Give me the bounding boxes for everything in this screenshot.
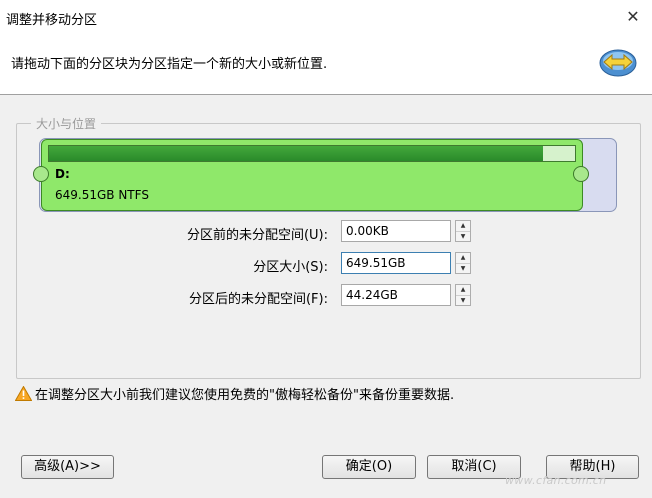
resize-handle-left[interactable] <box>33 166 49 182</box>
unallocated-after-input[interactable] <box>341 284 451 306</box>
unallocated-before-input[interactable] <box>341 220 451 242</box>
watermark: www.cfan.com.cn <box>505 474 607 487</box>
spin-up-icon[interactable]: ▲ <box>456 221 470 231</box>
partition-name: D: <box>55 167 70 181</box>
advanced-button[interactable]: 高级(A)>> <box>21 455 114 479</box>
group-label: 大小与位置 <box>31 115 102 132</box>
spin-down-icon[interactable]: ▼ <box>456 295 470 306</box>
close-icon: ✕ <box>626 7 640 26</box>
partition-size-input[interactable] <box>341 252 451 274</box>
ok-button[interactable]: 确定(O) <box>322 455 416 479</box>
backup-warning: 在调整分区大小前我们建议您使用免费的"傲梅轻松备份"来备份重要数据. <box>15 384 454 403</box>
unallocated-after-spinner[interactable]: ▲ ▼ <box>455 284 471 306</box>
title-bar: 调整并移动分区 ✕ <box>0 0 652 33</box>
spin-down-icon[interactable]: ▼ <box>456 263 470 274</box>
unallocated-after-label: 分区后的未分配空间(F): <box>188 292 328 307</box>
warning-text: 在调整分区大小前我们建议您使用免费的"傲梅轻松备份"来备份重要数据. <box>35 388 455 403</box>
window-title: 调整并移动分区 <box>6 13 98 28</box>
warning-icon <box>15 386 32 401</box>
spin-down-icon[interactable]: ▼ <box>456 231 470 242</box>
partition-block[interactable]: D: 649.51GB NTFS <box>41 139 583 211</box>
spin-up-icon[interactable]: ▲ <box>456 285 470 295</box>
instruction-header: 请拖动下面的分区块为分区指定一个新的大小或新位置. <box>0 33 652 95</box>
partition-size-label: 分区大小(S): <box>253 260 328 275</box>
usage-bar <box>48 145 576 162</box>
resize-handle-right[interactable] <box>573 166 589 182</box>
unallocated-before-label: 分区前的未分配空间(U): <box>186 228 328 243</box>
resize-arrows-icon <box>599 49 637 77</box>
partition-info: 649.51GB NTFS <box>55 188 149 202</box>
unallocated-before-spinner[interactable]: ▲ ▼ <box>455 220 471 242</box>
close-button[interactable]: ✕ <box>622 6 644 28</box>
partition-size-spinner[interactable]: ▲ ▼ <box>455 252 471 274</box>
instruction-text: 请拖动下面的分区块为分区指定一个新的大小或新位置. <box>11 57 328 72</box>
spin-up-icon[interactable]: ▲ <box>456 253 470 263</box>
usage-fill <box>49 146 544 161</box>
